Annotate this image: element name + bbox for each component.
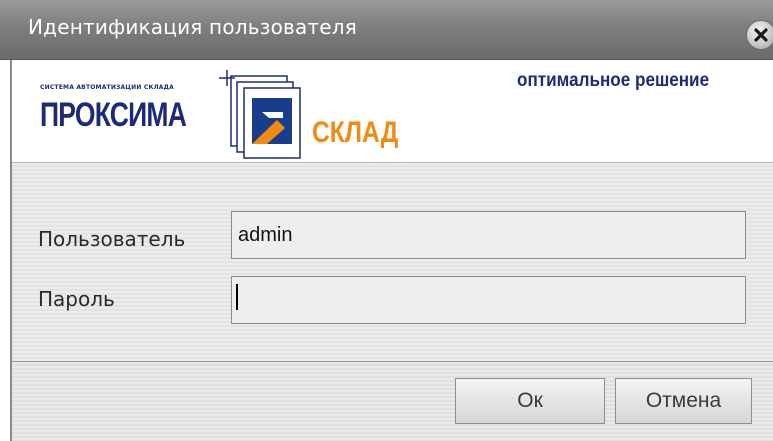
logo-brand-main: ПРОКСИМА <box>40 96 187 134</box>
dialog-footer: Ок Отмена <box>12 361 773 441</box>
brand-tagline: оптимальное решение <box>517 70 710 91</box>
logo-caption: СИСТЕМА АВТОМАТИЗАЦИИ СКЛАДА <box>40 84 174 91</box>
login-dialog: Идентификация пользователя СИСТЕМА АВТОМ… <box>0 0 773 441</box>
title-bar[interactable]: Идентификация пользователя <box>0 0 773 60</box>
password-label: Пароль <box>38 287 115 311</box>
logo-brand-sub: СКЛАД <box>312 116 399 149</box>
ok-button[interactable]: Ок <box>455 378 605 424</box>
close-icon <box>754 28 768 42</box>
password-input[interactable] <box>231 276 746 324</box>
user-label: Пользователь <box>38 227 186 251</box>
brand-banner: СИСТЕМА АВТОМАТИЗАЦИИ СКЛАДА ПРОКСИМА СК… <box>12 60 773 162</box>
login-form: Пользователь Пароль <box>12 162 773 362</box>
cancel-button[interactable]: Отмена <box>615 378 752 424</box>
text-cursor <box>236 284 238 310</box>
user-input[interactable] <box>231 211 746 259</box>
window-title: Идентификация пользователя <box>28 15 358 39</box>
close-button[interactable] <box>746 20 773 50</box>
proksima-logo-mark-icon <box>219 70 301 159</box>
